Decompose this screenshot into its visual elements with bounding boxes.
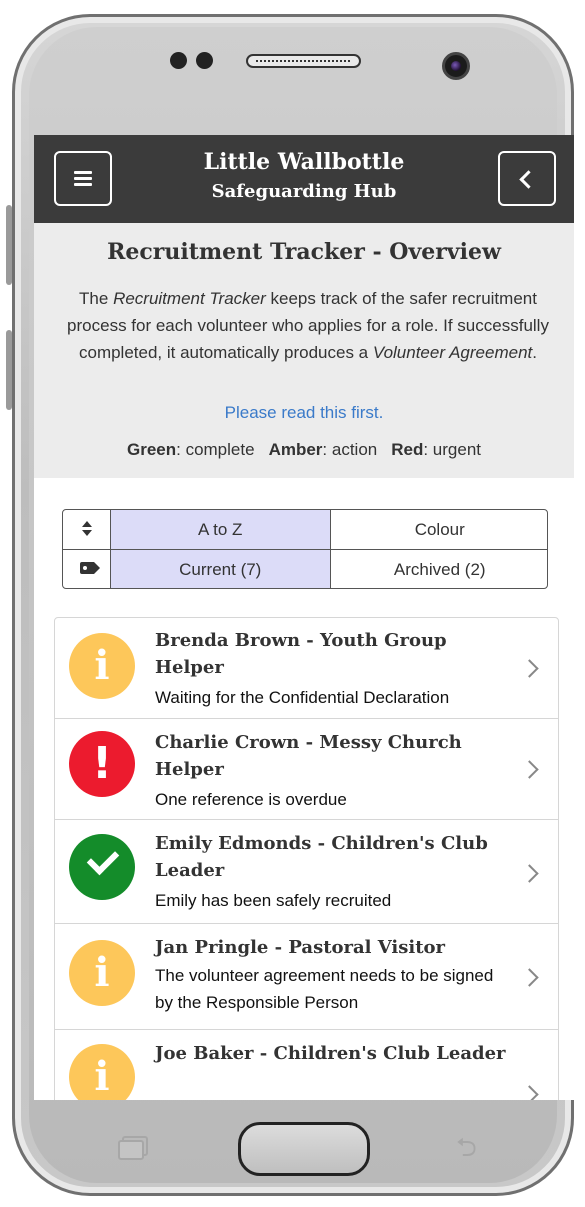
- sort-colour-button[interactable]: Colour: [331, 510, 548, 549]
- back-button[interactable]: [498, 151, 556, 206]
- read-first-link[interactable]: Please read this first.: [34, 403, 574, 423]
- chevron-right-icon: [520, 968, 539, 987]
- legend-red-text: : urgent: [423, 440, 482, 459]
- item-title: Emily Edmonds - Children's Club Leader: [155, 833, 488, 881]
- app-screen: Little Wallbottle Safeguarding Hub Recru…: [34, 135, 574, 1100]
- filter-current-button[interactable]: Current (7): [111, 550, 331, 588]
- intro-text-part: The: [79, 289, 114, 308]
- tag-icon: [80, 562, 100, 574]
- filter-archived-button[interactable]: Archived (2): [331, 550, 548, 588]
- sort-a-to-z-button[interactable]: A to Z: [111, 510, 331, 549]
- chevron-right-icon: [520, 659, 539, 678]
- legend-amber-text: : action: [322, 440, 378, 459]
- intro-text-emphasis: Volunteer Agreement: [372, 343, 533, 362]
- sort-icon-cell: [63, 510, 111, 549]
- app-title: Little Wallbottle: [203, 149, 405, 175]
- item-title: Jan Pringle - Pastoral Visitor: [155, 937, 446, 958]
- status-legend: Green: complete Amber: action Red: urgent: [34, 440, 574, 460]
- sort-icon: [82, 520, 92, 538]
- list-item[interactable]: Emily Edmonds - Children's Club Leader E…: [55, 820, 558, 924]
- chevron-right-icon: [520, 864, 539, 883]
- volume-button: [6, 205, 12, 285]
- check-icon: [69, 834, 135, 900]
- sensor-dot: [170, 52, 187, 69]
- item-title: Brenda Brown - Youth Group Helper: [155, 630, 447, 678]
- item-subtitle: The volunteer agreement needs to be sign…: [155, 966, 494, 1012]
- page-title: Recruitment Tracker - Overview: [107, 239, 501, 265]
- tag-icon-cell: [63, 550, 111, 588]
- intro-text-emphasis: Recruitment Tracker: [113, 289, 266, 308]
- info-icon: i: [69, 633, 135, 699]
- speaker-grille: [246, 54, 361, 68]
- filter-controls: A to Z Colour Current (7) Archived (2): [62, 509, 548, 589]
- info-icon: i: [69, 1044, 135, 1100]
- chevron-right-icon: [520, 1085, 539, 1100]
- home-button[interactable]: [238, 1122, 370, 1176]
- intro-description: The Recruitment Tracker keeps track of t…: [66, 285, 550, 366]
- item-subtitle: Emily has been safely recruited: [155, 891, 392, 910]
- sort-row: A to Z Colour: [63, 510, 548, 550]
- item-subtitle: Waiting for the Confidential Declaration: [155, 688, 450, 707]
- exclamation-icon: !: [69, 731, 135, 797]
- item-title: Joe Baker - Children's Club Leader: [155, 1043, 506, 1064]
- chevron-right-icon: [520, 760, 539, 779]
- legend-amber-label: Amber: [268, 440, 323, 459]
- front-camera: [442, 52, 470, 80]
- list-item[interactable]: i Jan Pringle - Pastoral Visitor The vol…: [55, 924, 558, 1030]
- list-item[interactable]: i Brenda Brown - Youth Group Helper Wait…: [55, 618, 558, 719]
- info-icon: i: [69, 940, 135, 1006]
- volunteer-list: i Brenda Brown - Youth Group Helper Wait…: [54, 617, 559, 1100]
- item-title: Charlie Crown - Messy Church Helper: [155, 732, 462, 780]
- volume-button-lower: [6, 330, 12, 410]
- intro-text-part: .: [532, 343, 537, 362]
- intro-panel: Recruitment Tracker - Overview The Recru…: [34, 223, 574, 478]
- item-subtitle: One reference is overdue: [155, 790, 347, 809]
- chevron-left-icon: [519, 170, 538, 189]
- list-item[interactable]: i Joe Baker - Children's Club Leader: [55, 1030, 558, 1100]
- status-filter-row: Current (7) Archived (2): [63, 550, 548, 588]
- list-item[interactable]: ! Charlie Crown - Messy Church Helper On…: [55, 719, 558, 820]
- app-subtitle: Safeguarding Hub: [211, 181, 397, 202]
- app-header: Little Wallbottle Safeguarding Hub: [34, 135, 574, 223]
- legend-green-text: : complete: [176, 440, 255, 459]
- back-soft-icon[interactable]: ⮌: [456, 1134, 490, 1160]
- sensor-dot: [196, 52, 213, 69]
- legend-green-label: Green: [126, 440, 177, 459]
- legend-red-label: Red: [391, 440, 424, 459]
- recent-apps-icon[interactable]: [118, 1136, 148, 1160]
